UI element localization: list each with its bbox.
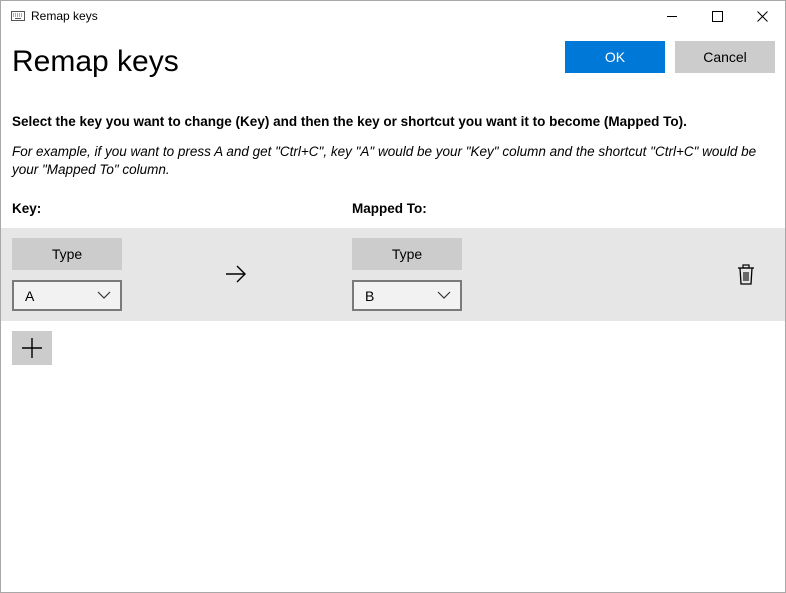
key-dropdown[interactable]: A [12, 280, 122, 311]
mapping-row: Type A Type B [1, 228, 785, 321]
page-title: Remap keys [12, 45, 179, 78]
minimize-icon [666, 16, 677, 17]
plus-icon [22, 338, 42, 358]
minimize-button[interactable] [649, 1, 695, 32]
chevron-down-icon [97, 291, 111, 299]
remap-keys-window: Remap keys Remap keys OK Cancel Select t… [0, 0, 786, 593]
maximize-button[interactable] [694, 1, 740, 32]
example-text: For example, if you want to press A and … [12, 144, 757, 177]
keyboard-icon [11, 11, 25, 21]
mapped-dropdown-value: B [365, 287, 375, 304]
mapped-to-column-header: Mapped To: [352, 201, 427, 216]
key-dropdown-value: A [25, 287, 35, 304]
add-mapping-button[interactable] [12, 331, 52, 365]
mapped-type-button[interactable]: Type [352, 238, 462, 270]
mapped-dropdown[interactable]: B [352, 280, 462, 311]
instructions-text: Select the key you want to change (Key) … [12, 114, 687, 129]
cancel-button[interactable]: Cancel [675, 41, 775, 73]
maximize-icon [711, 11, 723, 22]
arrow-right-icon [226, 265, 246, 283]
title-bar: Remap keys [1, 1, 785, 32]
trash-icon[interactable] [736, 264, 756, 286]
key-type-button[interactable]: Type [12, 238, 122, 270]
key-column-header: Key: [12, 201, 42, 216]
close-icon [756, 11, 768, 22]
window-title: Remap keys [31, 9, 98, 23]
chevron-down-icon [437, 291, 451, 299]
close-button[interactable] [739, 1, 785, 32]
ok-button[interactable]: OK [565, 41, 665, 73]
